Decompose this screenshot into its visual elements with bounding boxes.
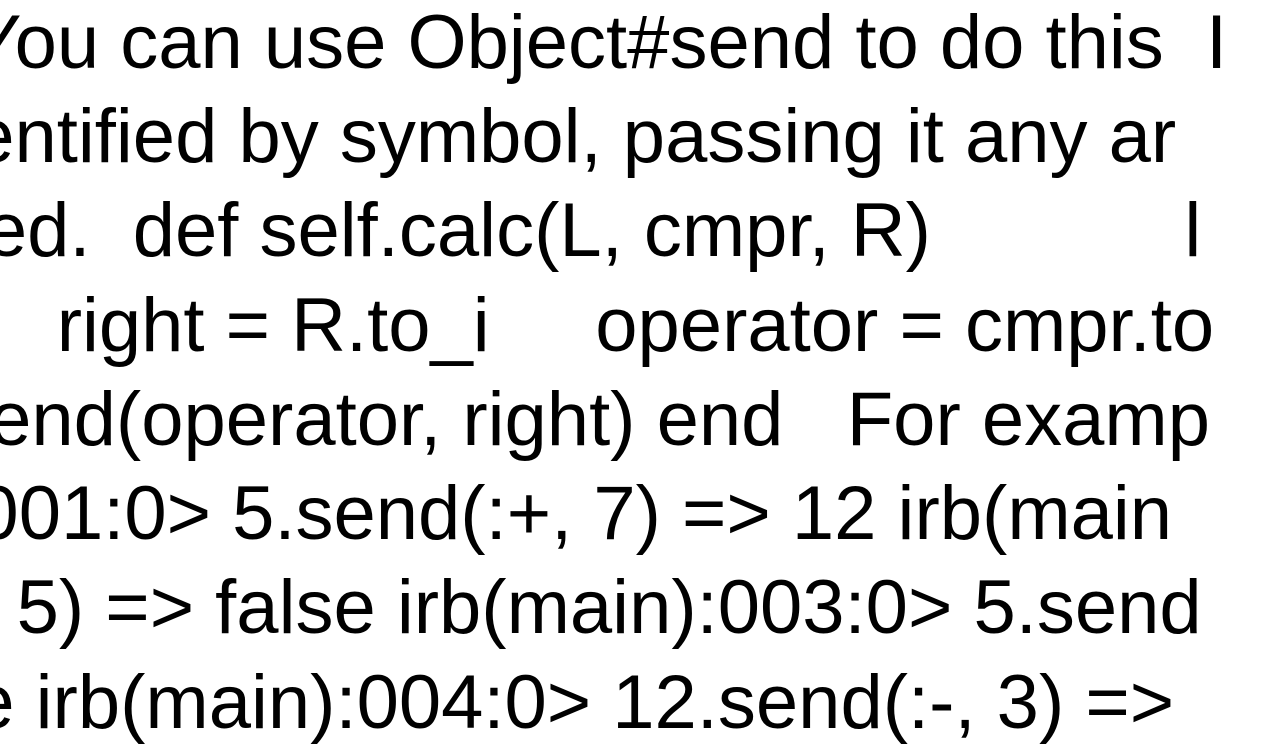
cropped-text-block: You can use Object#send to do this I den… [0,0,1227,750]
